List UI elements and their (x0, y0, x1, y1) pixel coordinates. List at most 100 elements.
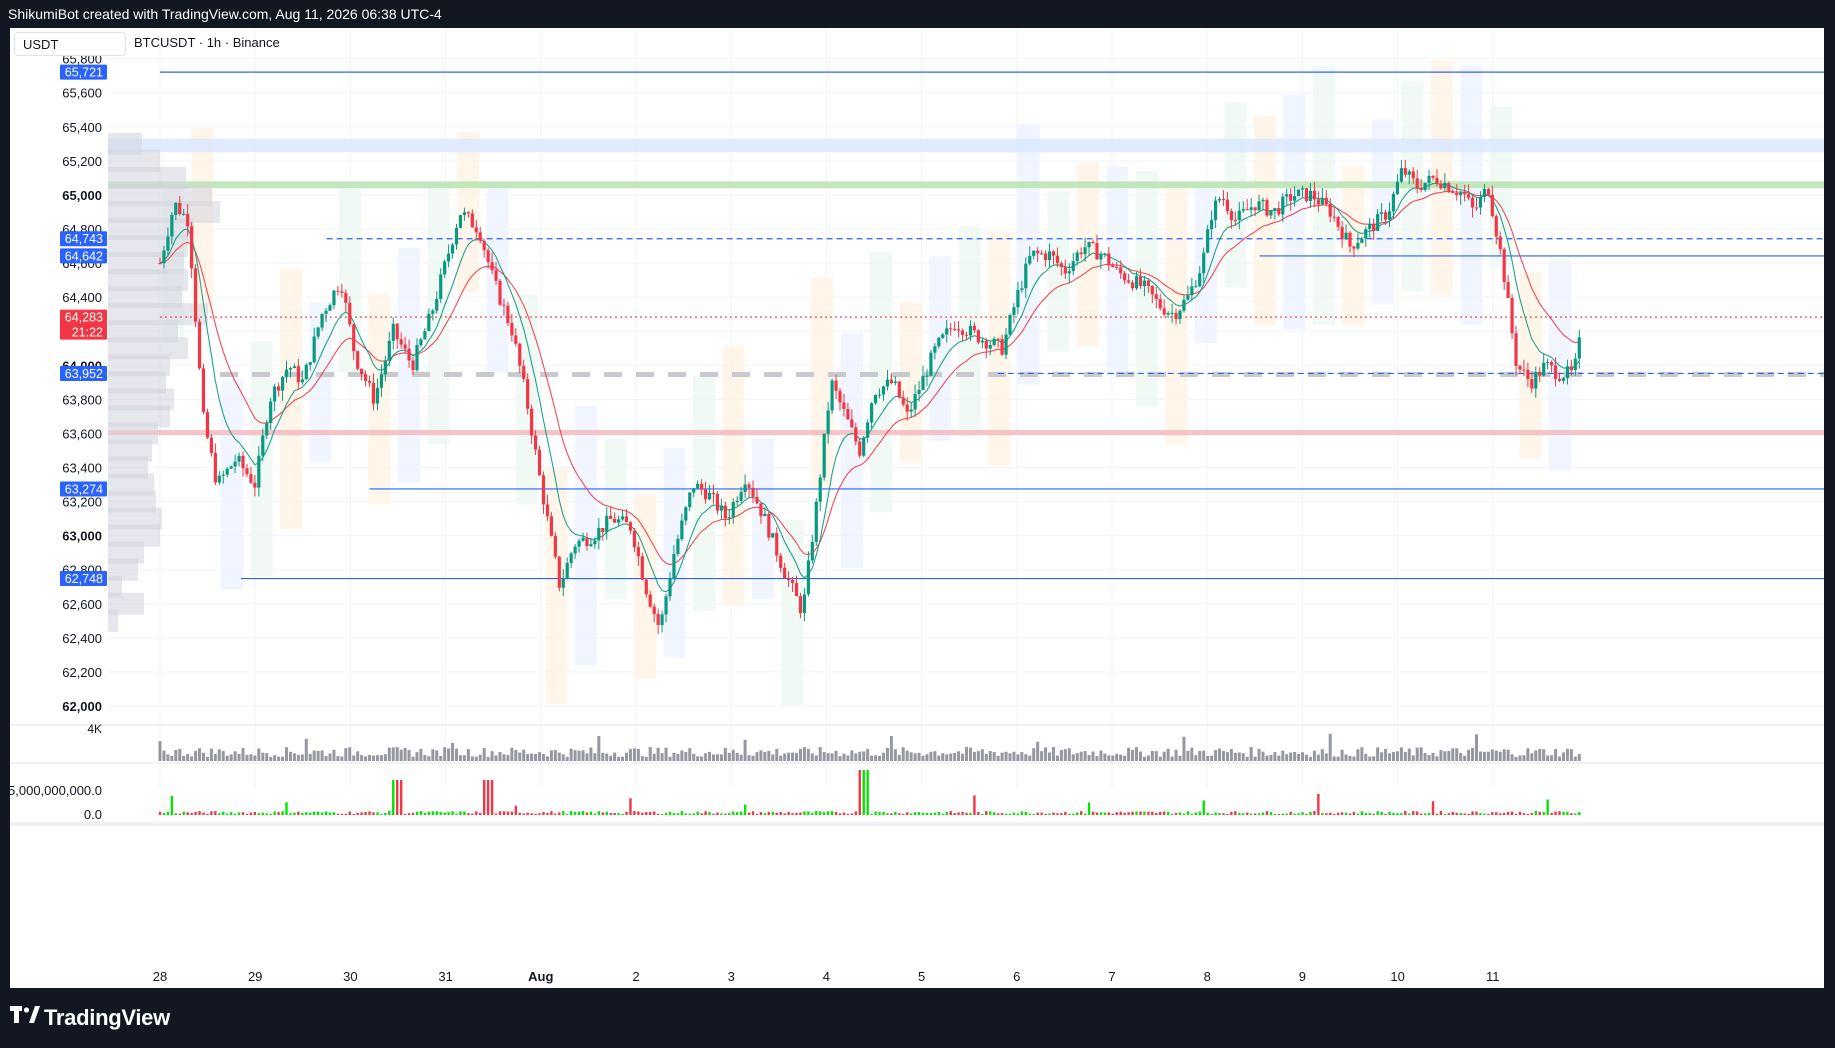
oscillator-bar (396, 780, 399, 815)
candle-body (403, 344, 407, 349)
volume-bar (767, 750, 771, 761)
volume-bar (866, 748, 870, 761)
volume-bar (553, 749, 557, 761)
oscillator-bar (838, 813, 842, 815)
price-zone (108, 181, 1824, 189)
price-tick-label: 62,400 (62, 631, 102, 646)
volume-bar (1352, 756, 1356, 761)
time-tick-label: 2 (632, 969, 639, 984)
volume-bar (201, 752, 205, 761)
oscillator-bar (1455, 812, 1458, 815)
volume-bar (261, 752, 265, 761)
oscillator-bar (704, 811, 707, 815)
volume-bar (684, 751, 688, 761)
volume-bar (288, 751, 292, 761)
oscillator-bar (1479, 813, 1482, 815)
session-box (368, 294, 391, 505)
volume-bar (474, 756, 478, 761)
candle-body (549, 516, 553, 536)
oscillator-bar (1419, 813, 1423, 815)
candle-body (1411, 171, 1415, 179)
volume-bar (1407, 748, 1411, 761)
price-axis: 65,80065,60065,40065,20065,00064,80064,6… (62, 52, 102, 714)
oscillator-bar (435, 811, 438, 815)
oscillator-bar (807, 811, 810, 815)
oscillator-bar (641, 812, 644, 815)
candle-body (672, 553, 676, 579)
volume-bar (1344, 754, 1348, 761)
oscillator-bar (186, 812, 189, 815)
attribution-text: ShikumiBot created with TradingView.com,… (8, 6, 442, 22)
oscillator-bar (850, 813, 854, 815)
candle-body (387, 340, 391, 361)
volume-bar (992, 752, 996, 761)
oscillator-bar (819, 811, 822, 815)
oscillator-bar (1162, 811, 1166, 815)
volume-bar (391, 747, 395, 761)
oscillator-bar (226, 813, 229, 815)
candle-body (1075, 252, 1079, 262)
candle-body (336, 290, 340, 292)
candle-body (439, 274, 443, 299)
oscillator-bar (1336, 812, 1340, 815)
oscillator-bar (1404, 811, 1407, 815)
currency-selector[interactable]: USDT (14, 32, 126, 56)
candle-body (976, 330, 980, 343)
volume-bar (237, 753, 241, 761)
oscillator-bar (419, 811, 423, 815)
candle-body (1506, 281, 1510, 298)
session-box (1135, 171, 1158, 407)
volume-bar (660, 753, 664, 761)
candle-body (854, 427, 858, 442)
oscillator-bar (652, 811, 656, 815)
oscillator-bar (645, 812, 648, 815)
oscillator-bar (1230, 811, 1233, 815)
volume-bar (577, 750, 581, 761)
candle-body (1431, 175, 1435, 178)
volume-bar (1111, 755, 1115, 761)
volume-bar (830, 753, 834, 761)
candle-body (1553, 365, 1558, 379)
oscillator-bar (1297, 813, 1300, 815)
candle-body (613, 518, 617, 523)
oscillator-bar (1198, 811, 1201, 815)
volume-bar (1486, 751, 1490, 761)
time-tick-label: Aug (528, 969, 553, 984)
volume-bar (917, 752, 921, 761)
candle-body (1142, 280, 1147, 287)
oscillator-bar (550, 811, 553, 815)
volume-bar (597, 736, 601, 761)
time-tick-label: 4 (823, 969, 830, 984)
volume-bar (1514, 756, 1518, 761)
candle-body (664, 596, 668, 615)
candle-body (660, 614, 664, 625)
oscillator-bar (1368, 812, 1371, 815)
oscillator-bar (941, 813, 944, 815)
volume-bar (1004, 751, 1008, 761)
volume-bar (1415, 747, 1419, 761)
session-box (338, 187, 361, 373)
candle-body (1166, 313, 1170, 315)
volume-bar (961, 753, 965, 761)
price-tick-label: 65,600 (62, 86, 102, 101)
oscillator-bar (913, 812, 917, 815)
candle-body (652, 606, 656, 614)
oscillator-bar (1004, 813, 1008, 815)
oscillator-bar (1222, 813, 1225, 815)
candle-body (1399, 168, 1403, 182)
volume-bar (364, 756, 368, 761)
candle-body (363, 374, 368, 381)
oscillator-bar (364, 811, 367, 815)
candle-body (447, 253, 451, 262)
candle-body (269, 401, 273, 423)
oscillator-bar (1115, 812, 1118, 815)
volume-bar (668, 756, 672, 761)
oscillator-bar (158, 811, 162, 815)
oscillator-bar (526, 812, 529, 815)
oscillator-bar (1111, 813, 1114, 815)
candle-body (1261, 200, 1265, 202)
candle-body (941, 334, 945, 338)
candle-body (783, 567, 787, 579)
oscillator-bar (830, 811, 834, 815)
price-chart[interactable]: 65,80065,60065,40065,20065,00064,80064,6… (10, 28, 1824, 988)
